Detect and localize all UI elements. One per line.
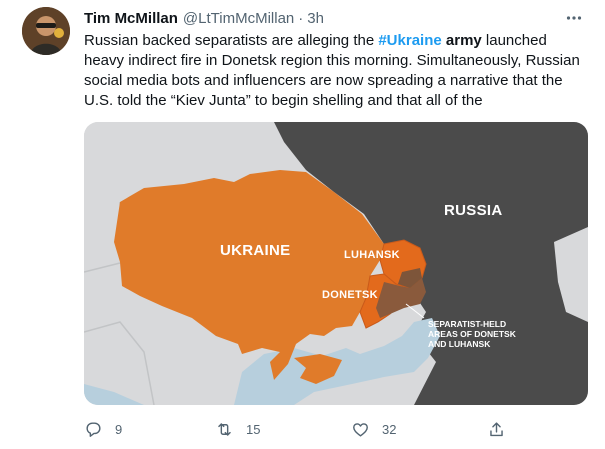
tweet-timestamp[interactable]: 3h [307, 10, 324, 27]
retweet-icon [218, 422, 231, 436]
like-count: 32 [382, 421, 397, 437]
avatar[interactable] [22, 7, 70, 55]
reply-count: 9 [115, 421, 123, 437]
avatar-photo [22, 7, 70, 55]
retweet-count: 15 [246, 421, 261, 437]
more-options-button[interactable] [563, 8, 585, 28]
tweet-text-bold: army [445, 32, 482, 49]
tweet-header: Tim McMillan @LtTimMcMillan · 3h [84, 8, 585, 28]
share-button[interactable] [487, 418, 506, 440]
tweet-media-map[interactable]: UKRAINE RUSSIA LUHANSK DONETSK SEPARATIS… [84, 122, 588, 405]
map-label-luhansk: LUHANSK [344, 249, 400, 261]
tweet-actions: 9 15 32 [84, 418, 524, 440]
header-separator: · [298, 9, 304, 27]
map-label-donetsk: DONETSK [322, 289, 378, 301]
map-graphic [84, 122, 588, 405]
map-label-separatist: SEPARATIST-HELD AREAS OF DONETSK AND LUH… [428, 319, 516, 349]
like-button[interactable]: 32 [351, 418, 396, 440]
reply-icon [86, 421, 101, 437]
hashtag-link[interactable]: #Ukraine [378, 32, 441, 49]
tweet-text-part1: Russian backed separatists are alleging … [84, 32, 379, 49]
share-icon [490, 421, 503, 436]
tweet-text: Russian backed separatists are alleging … [84, 31, 590, 111]
author-handle[interactable]: @LtTimMcMillan [183, 10, 294, 27]
retweet-button[interactable]: 15 [215, 418, 260, 440]
more-dots-icon [566, 16, 582, 20]
map-label-russia: RUSSIA [444, 202, 503, 219]
heart-icon [353, 422, 368, 437]
map-label-ukraine: UKRAINE [220, 242, 291, 259]
reply-button[interactable]: 9 [84, 418, 122, 440]
author-display-name[interactable]: Tim McMillan [84, 10, 178, 27]
